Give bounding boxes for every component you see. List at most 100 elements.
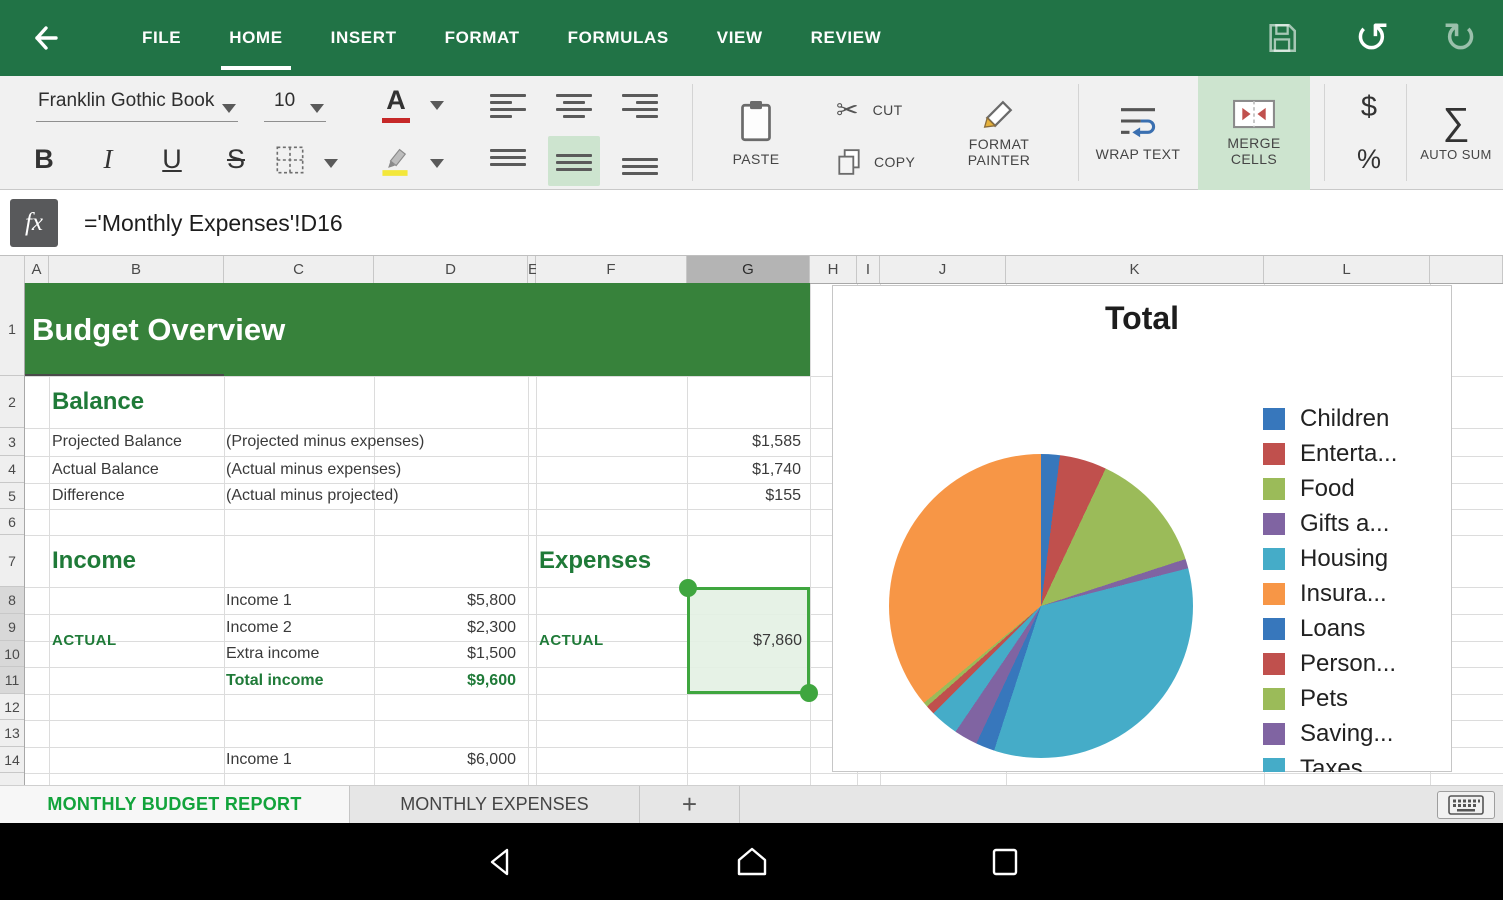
select-all-corner[interactable] — [0, 256, 25, 283]
android-home-button[interactable] — [735, 845, 769, 879]
bold-button[interactable]: B — [20, 136, 68, 182]
cell-c8[interactable]: Income 1 — [226, 587, 292, 614]
cell-b4[interactable]: Actual Balance — [52, 456, 159, 483]
selection-handle-top-left[interactable] — [679, 579, 697, 597]
italic-button[interactable]: I — [84, 136, 132, 182]
vertical-align-top-button[interactable] — [486, 142, 530, 182]
cell-d11[interactable]: $9,600 — [374, 667, 522, 694]
autosum-button[interactable]: ∑ AUTO SUM — [1412, 76, 1500, 190]
align-center-button[interactable] — [552, 86, 596, 126]
cell-g4[interactable]: $1,740 — [689, 456, 807, 483]
cut-button[interactable]: ✂ CUT — [836, 90, 948, 130]
row-header-2[interactable]: 2 — [0, 376, 24, 428]
row-header-11[interactable]: 11 — [0, 667, 24, 694]
row-header-3[interactable]: 3 — [0, 428, 24, 456]
vertical-align-bottom-button[interactable] — [618, 142, 662, 182]
cell-b5[interactable]: Difference — [52, 483, 125, 509]
wrap-text-button[interactable]: WRAP TEXT — [1088, 76, 1188, 190]
tab-file[interactable]: FILE — [118, 0, 205, 76]
column-header-i[interactable]: I — [857, 256, 880, 283]
column-header-k[interactable]: K — [1006, 256, 1264, 283]
copy-button[interactable]: COPY — [836, 142, 956, 182]
row-header-9[interactable]: 9 — [0, 614, 24, 641]
column-header-j[interactable]: J — [880, 256, 1006, 283]
font-color-dropdown[interactable] — [424, 92, 450, 118]
column-header-h[interactable]: H — [810, 256, 857, 283]
row-header-4[interactable]: 4 — [0, 456, 24, 483]
column-header-b[interactable]: B — [49, 256, 224, 283]
vertical-align-middle-button[interactable] — [552, 142, 596, 182]
font-name-combo[interactable]: Franklin Gothic Book — [36, 84, 238, 122]
column-header-d[interactable]: D — [374, 256, 528, 283]
android-recents-button[interactable] — [988, 845, 1022, 879]
format-painter-button[interactable]: FORMAT PAINTER — [946, 76, 1052, 190]
selection-handle-bottom-right[interactable] — [800, 684, 818, 702]
row-header-13[interactable]: 13 — [0, 720, 24, 747]
add-sheet-button[interactable]: + — [640, 786, 740, 824]
android-back-button[interactable] — [483, 845, 517, 879]
cell-d8[interactable]: $5,800 — [374, 587, 522, 614]
cell-banner-budget-overview[interactable]: Budget Overview — [25, 283, 810, 376]
formula-input[interactable]: ='Monthly Expenses'!D16 — [84, 190, 343, 256]
highlight-dropdown[interactable] — [424, 150, 450, 176]
cell-f9[interactable]: ACTUAL — [539, 587, 604, 694]
show-keyboard-button[interactable] — [1437, 791, 1495, 819]
cell-b3[interactable]: Projected Balance — [52, 428, 182, 456]
column-header-g[interactable]: G — [687, 256, 810, 283]
cell-c4[interactable]: (Actual minus expenses) — [226, 456, 401, 483]
align-right-button[interactable] — [618, 86, 662, 126]
borders-dropdown[interactable] — [318, 150, 344, 176]
fx-button[interactable]: fx — [10, 199, 58, 247]
sheet-tab-monthly-budget-report[interactable]: MONTHLY BUDGET REPORT — [0, 786, 350, 824]
borders-button[interactable] — [270, 140, 310, 180]
row-header-7[interactable]: 7 — [0, 535, 24, 587]
font-color-button[interactable]: A — [372, 80, 420, 128]
undo-button[interactable]: ↺ — [1348, 14, 1396, 62]
cell-c9[interactable]: Income 2 — [226, 614, 292, 641]
tab-formulas[interactable]: FORMULAS — [544, 0, 693, 76]
cell-b2[interactable]: Balance — [52, 376, 144, 428]
row-header-14[interactable]: 14 — [0, 747, 24, 773]
selected-cell-g9[interactable]: $7,860 — [687, 587, 810, 694]
highlight-button[interactable] — [372, 138, 418, 184]
sheet-tab-monthly-expenses[interactable]: MONTHLY EXPENSES — [350, 786, 640, 824]
cell-c5[interactable]: (Actual minus projected) — [226, 483, 399, 509]
paste-button[interactable]: PASTE — [704, 76, 808, 190]
strikethrough-button[interactable]: S — [212, 136, 260, 182]
column-header-e[interactable]: E — [528, 256, 536, 283]
underline-button[interactable]: U — [148, 136, 196, 182]
row-header-6[interactable]: 6 — [0, 509, 24, 535]
column-header-f[interactable]: F — [536, 256, 687, 283]
tab-view[interactable]: VIEW — [693, 0, 787, 76]
row-header-8[interactable]: 8 — [0, 587, 24, 614]
tab-insert[interactable]: INSERT — [307, 0, 421, 76]
row-header-1[interactable]: 1 — [0, 283, 24, 376]
cell-c3[interactable]: (Projected minus expenses) — [226, 428, 424, 456]
tab-home[interactable]: HOME — [205, 0, 306, 76]
redo-button[interactable]: ↻ — [1436, 14, 1484, 62]
cell-c10[interactable]: Extra income — [226, 641, 319, 667]
cell-c14[interactable]: Income 1 — [226, 747, 292, 773]
cell-g5[interactable]: $155 — [689, 483, 807, 509]
align-left-button[interactable] — [486, 86, 530, 126]
tab-format[interactable]: FORMAT — [421, 0, 544, 76]
cell-c11[interactable]: Total income — [226, 667, 324, 694]
pie-chart-object[interactable]: Total ChildrenEnterta...FoodGifts a...Ho… — [832, 285, 1452, 772]
font-size-combo[interactable]: 10 — [264, 84, 326, 122]
cell-d10[interactable]: $1,500 — [374, 641, 522, 667]
cell-b7[interactable]: Income — [52, 535, 136, 587]
column-header-a[interactable]: A — [25, 256, 49, 283]
percent-format-button[interactable]: % — [1342, 136, 1396, 182]
cell-d14[interactable]: $6,000 — [374, 747, 522, 773]
cell-d9[interactable]: $2,300 — [374, 614, 522, 641]
tab-review[interactable]: REVIEW — [787, 0, 906, 76]
row-header-5[interactable]: 5 — [0, 483, 24, 509]
column-header-l[interactable]: L — [1264, 256, 1430, 283]
merge-cells-button[interactable]: MERGE CELLS — [1198, 76, 1310, 190]
cell-g3[interactable]: $1,585 — [689, 428, 807, 456]
currency-format-button[interactable]: $ — [1342, 84, 1396, 130]
row-header-12[interactable]: 12 — [0, 694, 24, 720]
column-header-c[interactable]: C — [224, 256, 374, 283]
cell-f7[interactable]: Expenses — [539, 535, 651, 587]
cell-b9[interactable]: ACTUAL — [52, 587, 117, 694]
